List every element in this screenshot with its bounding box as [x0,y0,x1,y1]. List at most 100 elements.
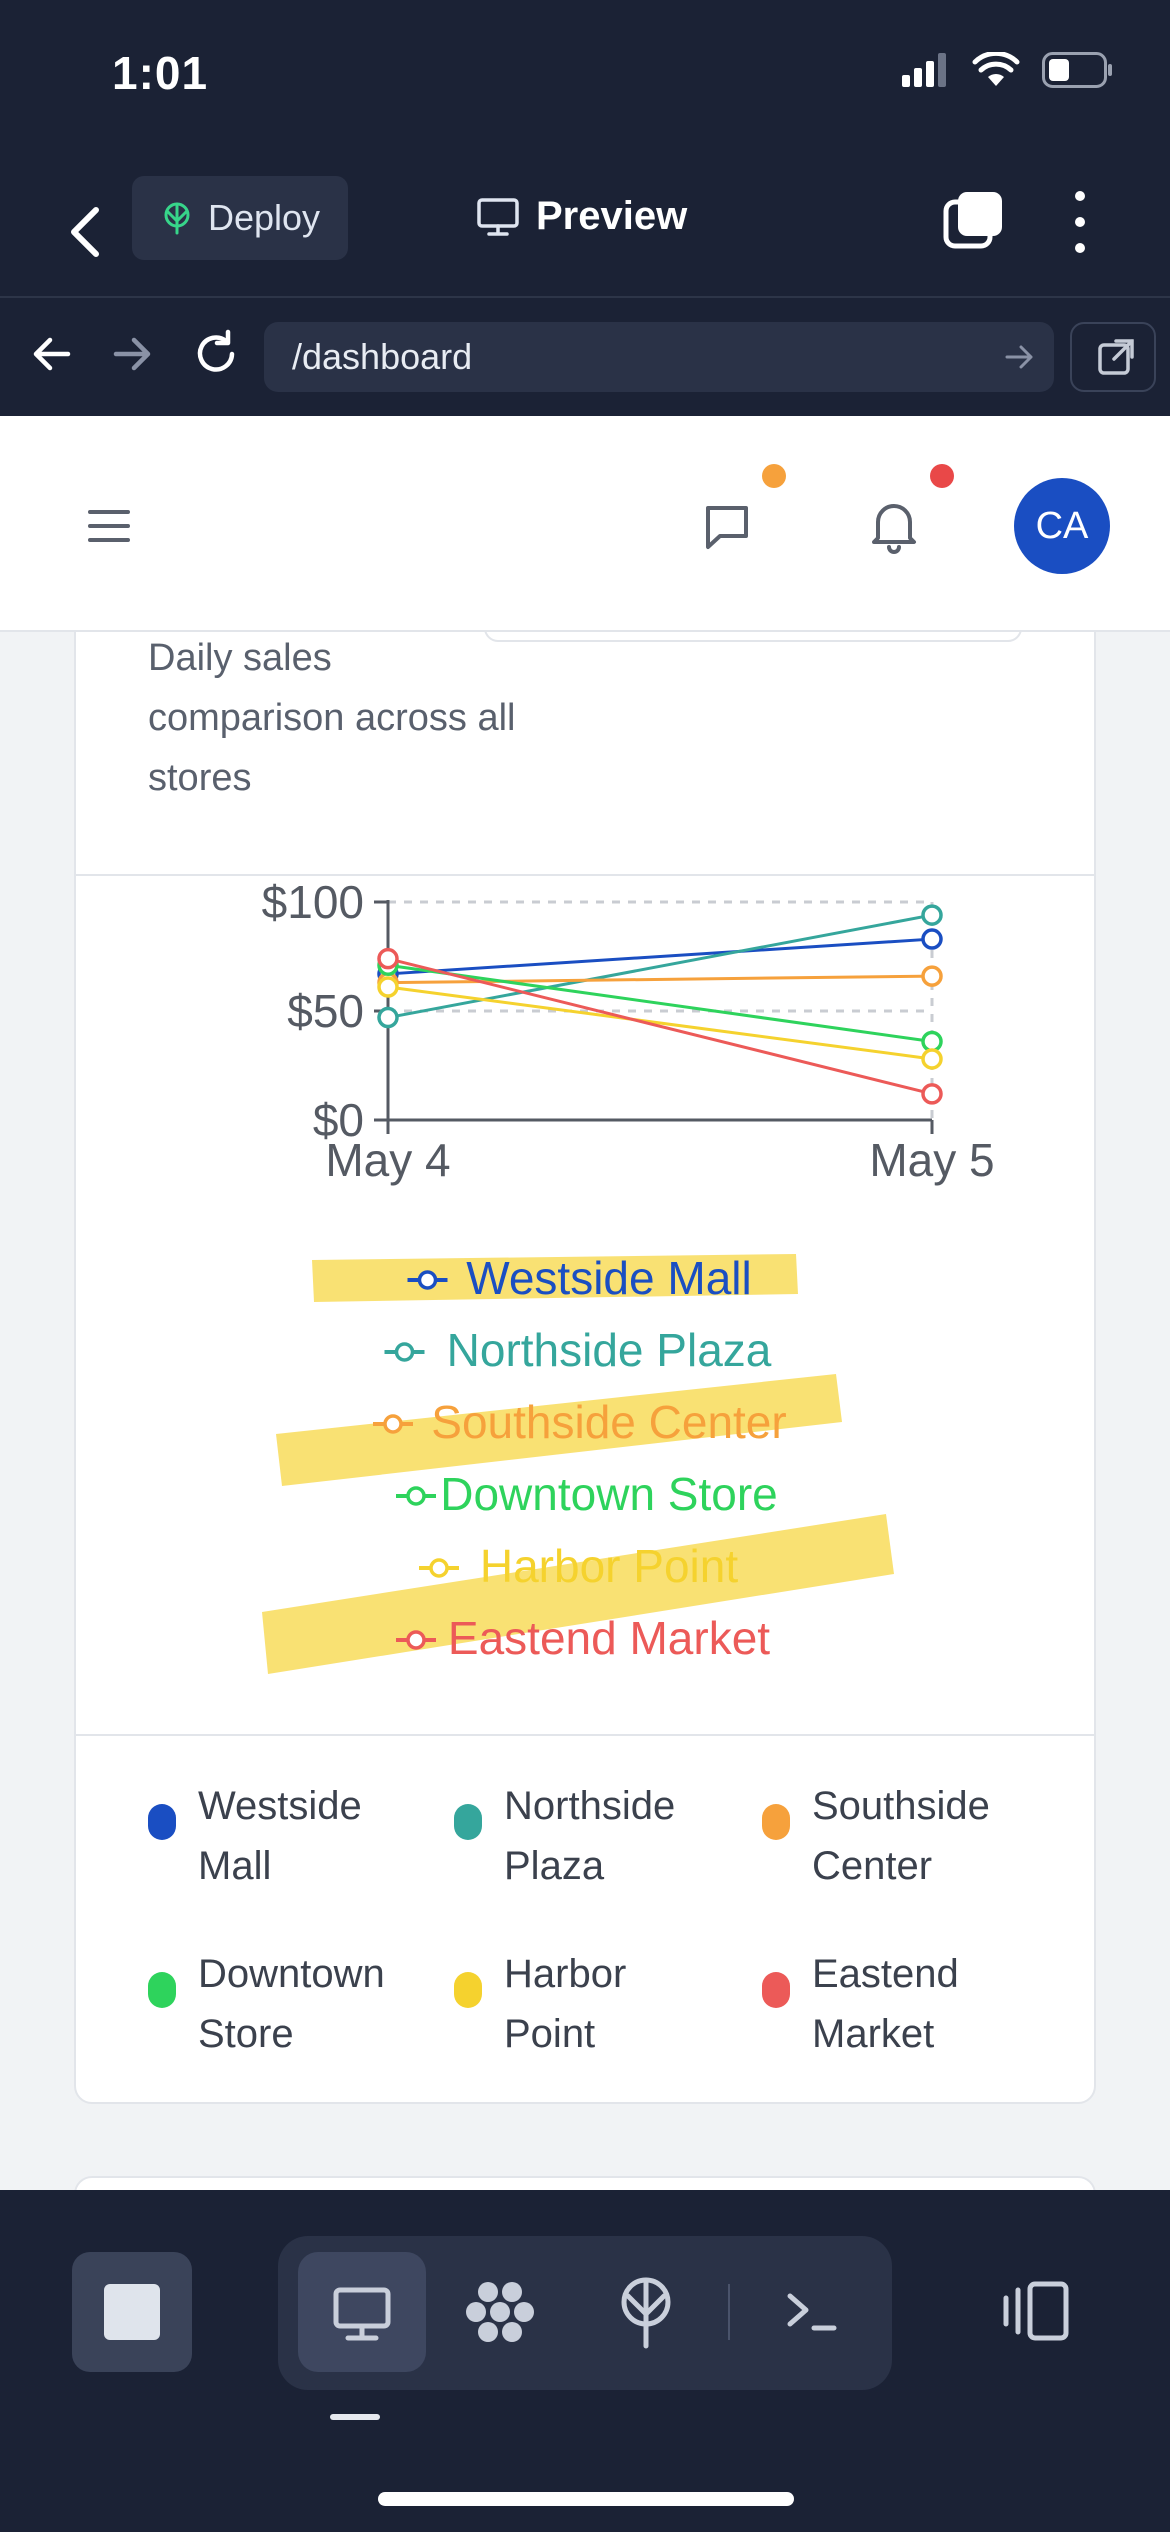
deploy-icon [164,202,190,235]
deploy-button[interactable]: Deploy [132,176,348,260]
view-switcher [278,2236,892,2390]
series-line [387,937,933,976]
legend-grid-label: Harbor Point [504,1944,626,2064]
legend-point-marker [383,1414,403,1434]
legend-point-marker [417,1270,438,1290]
more-vertical-icon [1075,191,1085,253]
chart-legend-label: Northside Plaza [447,1324,772,1376]
notifications-button[interactable] [866,496,922,556]
browser-back-button[interactable] [24,326,80,382]
tabs-icon [943,192,1002,249]
url-field[interactable]: /dashboard [264,322,1054,392]
legend-grid-label-line: Store [198,2012,294,2056]
legend-grid-label-line: Downtown [198,1952,385,1996]
card-description: Daily sales comparison across all stores [148,637,516,799]
legend-grid-item[interactable]: Downtown Store [148,1944,385,2064]
browser-forward-button[interactable] [104,326,160,382]
arrow-left-icon [33,337,71,371]
legend-grid-label: Northside Plaza [504,1776,675,1896]
workflow-icon [466,2282,534,2342]
external-link-icon [1098,339,1134,375]
back-button[interactable] [60,192,110,272]
legend-grid-item[interactable]: Northside Plaza [454,1776,675,1896]
notifications-badge [930,464,954,488]
sidebar-panel-icon [1003,2281,1069,2341]
url-text: /dashboard [292,336,473,377]
series-line [387,985,933,1061]
legend-grid-item[interactable]: Southside Center [762,1776,990,1896]
chart-legend-label: Downtown Store [440,1468,778,1520]
legend-grid-label: Southside Center [812,1776,990,1896]
top-chrome: 1:01 Deploy Preview /dashboard [0,0,1170,416]
legend-grid-item[interactable]: Eastend Market [762,1944,959,2064]
messages-badge [762,464,786,488]
chart-legend-item[interactable]: Eastend Market [396,1612,770,1664]
stop-button[interactable] [72,2252,192,2372]
data-point [921,1030,943,1053]
signal-icon [902,53,946,87]
hamburger-icon [88,510,130,542]
data-point [377,976,399,998]
status-icons [902,52,1114,88]
chart-legend-item[interactable]: Southside Center [373,1396,787,1448]
legend-grid-label: Westside Mall [198,1776,362,1896]
arrow-right-icon[interactable] [1002,340,1036,374]
legend-grid-label-line: Eastend [812,1952,959,1996]
chart-legend-label: Southside Center [431,1396,786,1448]
deploy-icon [621,2277,671,2349]
open-external-button[interactable] [1070,322,1156,392]
legend-color-dot [454,1804,482,1840]
home-indicator [378,2492,794,2506]
app-toolbar: Deploy Preview [0,170,1170,290]
legend-grid-label: Eastend Market [812,1944,959,2064]
legend-point-marker [394,1342,415,1362]
message-icon [706,506,748,549]
legend-grid-label: Downtown Store [198,1944,385,2064]
messages-button[interactable] [700,500,754,554]
monitor-icon [333,2287,391,2341]
data-point [921,1083,943,1105]
terminal-icon [787,2293,837,2331]
user-avatar[interactable]: CA [1014,478,1110,574]
tabs-button[interactable] [942,188,1006,252]
preview-title: Preview [476,194,687,239]
wifi-icon [972,52,1020,86]
data-point [377,1006,399,1029]
data-point [921,928,943,950]
legend-grid-label-line: Market [812,2012,935,2056]
bottom-toolbar [0,2190,1170,2532]
legend-grid-label-line: Harbor [504,1952,627,1996]
chart-legend-label: Eastend Market [448,1612,770,1664]
legend-grid-label-line: Northside [504,1784,676,1828]
legend-grid-label-line: Plaza [504,1844,605,1888]
legend-color-dot [454,1972,482,2008]
chart-legend-item[interactable]: Downtown Store [396,1468,778,1520]
line-chart: $0$50$100May 4 May 5Westside MallNorthsid… [262,876,995,1674]
deploy-view-button[interactable] [582,2252,710,2372]
legend-grid-label-line: Westside [198,1784,362,1828]
chart-legend-item[interactable]: Northside Plaza [384,1324,772,1376]
preview-view-button[interactable] [298,2252,426,2372]
monitor-icon [477,197,519,236]
legend-grid-label-line: Southside [812,1784,990,1828]
legend-grid-label-line: Center [812,1844,933,1888]
deploy-label: Deploy [207,197,321,238]
legend-point-marker [406,1630,426,1650]
legend-color-dot [148,1804,176,1840]
preview-title-text: Preview [536,194,688,238]
legend-grid-item[interactable]: Westside Mall [148,1776,362,1896]
menu-button[interactable] [86,506,132,546]
workflow-view-button[interactable] [440,2252,568,2372]
store-legend: Westside Mall Northside Plaza Southside Cente… [76,1736,1094,2102]
panel-toggle-button[interactable] [996,2276,1076,2346]
legend-grid-item[interactable]: Harbor Point [454,1944,626,2064]
active-tab-indicator [330,2414,380,2420]
y-tick-label: $100 [262,876,364,928]
terminal-view-button[interactable] [748,2252,876,2372]
data-point [921,1048,943,1070]
x-tick-label: May 4 [325,1134,450,1186]
more-options-button[interactable] [1060,184,1100,260]
arrow-right-icon [113,337,151,371]
browser-reload-button[interactable] [188,326,244,382]
reload-icon [197,329,235,372]
